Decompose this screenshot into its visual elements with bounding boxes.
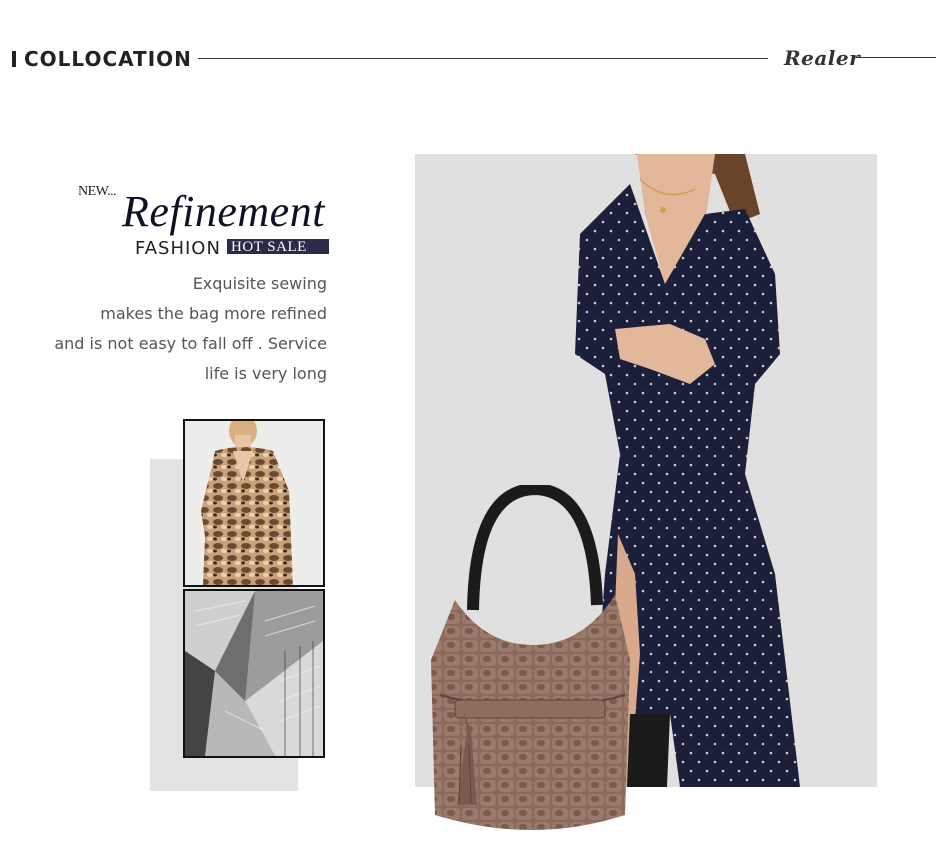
architecture-image	[185, 591, 323, 756]
section-title: COLLOCATION	[24, 47, 192, 71]
description-line: makes the bag more refined	[100, 304, 327, 323]
brand-logo: Realer	[784, 46, 861, 70]
architecture-thumbnail[interactable]	[183, 589, 325, 758]
snakeskin-dress-image	[185, 421, 323, 585]
description-line: Exquisite sewing	[192, 274, 327, 293]
new-tag: NEW...	[78, 184, 117, 199]
description-line: and is not easy to fall off . Service	[54, 334, 327, 353]
snakeskin-dress-thumbnail[interactable]	[183, 419, 325, 587]
handbag-image[interactable]	[425, 485, 640, 845]
header-accent-bar	[12, 51, 16, 67]
description: Exquisite sewing makes the bag more refi…	[54, 271, 327, 391]
headline: Refinement	[122, 187, 325, 236]
hot-sale-badge: HOT SALE	[227, 239, 329, 255]
description-line: life is very long	[204, 364, 327, 383]
header-divider	[198, 58, 768, 59]
header-divider-right	[856, 57, 936, 58]
fashion-label: FASHION	[135, 238, 221, 259]
